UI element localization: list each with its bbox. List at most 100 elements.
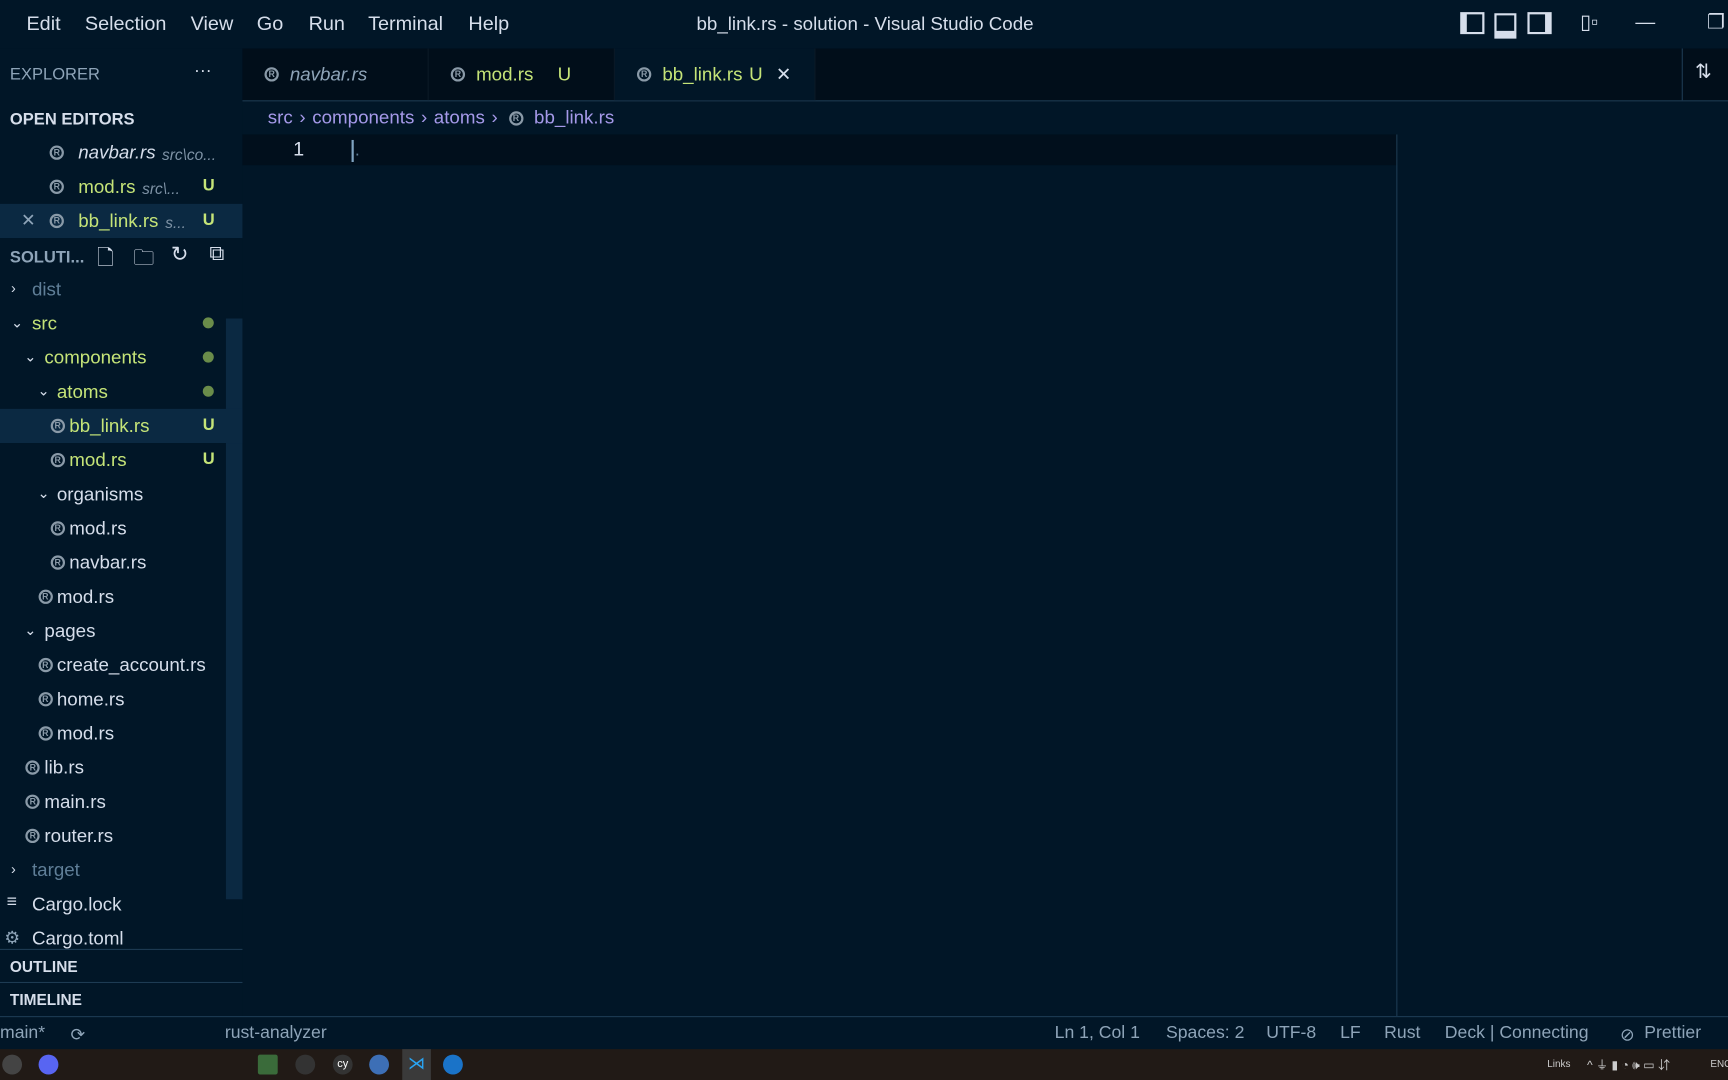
- tray-links[interactable]: Links: [1547, 1058, 1570, 1069]
- gear-icon: ⚙: [4, 929, 21, 948]
- close-tab-icon[interactable]: ✕: [776, 63, 792, 85]
- explorer-title: EXPLORER: [9, 65, 100, 84]
- explorer-scrollbar[interactable]: [225, 318, 243, 900]
- toggle-panel-icon[interactable]: [1493, 11, 1517, 39]
- tree-folder[interactable]: › dist: [0, 272, 227, 306]
- rust-file-icon: R: [25, 760, 41, 775]
- open-editor-item[interactable]: Rmod.rs src\... U: [0, 170, 227, 204]
- modified-dot: [202, 317, 214, 329]
- tree-file[interactable]: Rnavbar.rs: [0, 546, 227, 580]
- cursor-position[interactable]: Ln 1, Col 1: [1055, 1024, 1140, 1044]
- open-editor-item[interactable]: ✕ Rbb_link.rs s... U: [0, 203, 243, 239]
- indentation[interactable]: Spaces: 2: [1166, 1024, 1244, 1044]
- menu-help[interactable]: Help: [468, 12, 509, 35]
- language-indicator[interactable]: ENG: [1710, 1058, 1728, 1069]
- outline-panel-header[interactable]: OUTLINE: [0, 948, 243, 983]
- tree-item-label: Cargo.toml: [31, 927, 124, 949]
- more-actions-icon[interactable]: ···: [194, 62, 212, 82]
- tab-navbar[interactable]: Rnavbar.rs: [242, 48, 429, 101]
- tree-file[interactable]: Rlib.rs: [0, 750, 227, 784]
- tree-folder[interactable]: ⌄ src: [0, 306, 227, 340]
- open-editors-header[interactable]: OPEN EDITORS: [10, 110, 135, 129]
- editor-area[interactable]: [353, 165, 1398, 1014]
- breadcrumb-file[interactable]: bb_link.rs: [534, 107, 614, 129]
- toggle-primary-sidebar-icon[interactable]: [1460, 11, 1485, 35]
- tree-file[interactable]: Rmod.rs: [0, 580, 227, 614]
- language-mode[interactable]: Rust: [1384, 1024, 1420, 1044]
- tree-file[interactable]: ≡ Cargo.lock: [0, 887, 227, 921]
- taskbar-app-icon[interactable]: [2, 1054, 23, 1075]
- deck-status[interactable]: Deck | Connecting: [1445, 1024, 1589, 1044]
- restore-icon[interactable]: ❐: [1704, 11, 1728, 35]
- git-branch[interactable]: main*: [0, 1024, 45, 1044]
- tree-folder[interactable]: ⌄ pages: [0, 614, 227, 648]
- rust-file-icon: R: [49, 179, 64, 194]
- tree-file[interactable]: Rrouter.rs: [0, 819, 227, 853]
- menu-terminal[interactable]: Terminal: [368, 12, 443, 35]
- rust-file-icon: R: [50, 452, 65, 468]
- prettier-status[interactable]: Prettier: [1644, 1024, 1701, 1044]
- editor-content[interactable]: .: [355, 141, 360, 161]
- taskbar-app-icon[interactable]: [369, 1054, 390, 1075]
- customize-layout-icon[interactable]: ▯▫: [1577, 11, 1601, 35]
- discord-icon[interactable]: [38, 1054, 59, 1075]
- tree-item-label: navbar.rs: [69, 552, 147, 574]
- tray-icons[interactable]: ^ ⏚ ▮ ◔ 🕪 ▭ ⇵: [1587, 1056, 1670, 1074]
- solution-folder-header[interactable]: SOLUTI...: [10, 248, 84, 267]
- toggle-secondary-sidebar-icon[interactable]: [1527, 11, 1552, 35]
- tree-item-label: pages: [44, 620, 96, 642]
- end-of-line[interactable]: LF: [1340, 1024, 1361, 1044]
- collapse-all-icon[interactable]: ⧉: [209, 242, 224, 266]
- tree-file[interactable]: Rcreate_account.rs: [0, 648, 227, 682]
- taskbar-app-icon[interactable]: [295, 1054, 316, 1075]
- tree-file[interactable]: Rmod.rs: [0, 511, 227, 545]
- menu-run[interactable]: Run: [309, 12, 345, 35]
- tree-item-label: target: [31, 859, 80, 881]
- close-editor-icon[interactable]: ✕: [21, 209, 36, 231]
- tree-folder[interactable]: › target: [0, 853, 227, 887]
- taskbar-app-icon[interactable]: [257, 1054, 278, 1075]
- rust-file-icon: R: [50, 555, 65, 570]
- tree-file[interactable]: Rhome.rs: [0, 682, 227, 716]
- firefox-dev-icon[interactable]: [443, 1054, 463, 1075]
- untracked-badge: U: [202, 449, 215, 469]
- open-editor-name: mod.rs: [78, 176, 136, 198]
- tree-folder[interactable]: ⌄ atoms: [0, 375, 227, 409]
- untracked-badge: U: [749, 63, 763, 85]
- rust-file-icon: R: [25, 828, 41, 844]
- menu-go[interactable]: Go: [257, 12, 283, 35]
- tree-file[interactable]: Rmod.rs U: [0, 443, 227, 477]
- tree-file[interactable]: Rbb_link.rs U: [0, 408, 243, 444]
- breadcrumb-components[interactable]: components: [312, 107, 414, 129]
- breadcrumb: src › components › atoms › R bb_link.rs: [267, 106, 615, 129]
- tree-folder[interactable]: ⌄ organisms: [0, 477, 227, 511]
- rust-analyzer-status[interactable]: rust-analyzer: [225, 1024, 327, 1044]
- menu-view[interactable]: View: [191, 12, 234, 35]
- rust-file-icon: R: [264, 67, 279, 82]
- tab-bb-link[interactable]: Rbb_link.rs U ✕: [614, 48, 816, 101]
- rust-file-icon: R: [50, 418, 65, 434]
- rust-file-icon: R: [508, 110, 524, 126]
- cypress-icon[interactable]: cy: [332, 1054, 353, 1075]
- open-editor-item[interactable]: Rnavbar.rs src\co...: [0, 136, 227, 170]
- breadcrumb-atoms[interactable]: atoms: [434, 107, 485, 129]
- timeline-panel-header[interactable]: TIMELINE: [0, 981, 243, 1016]
- rust-file-icon: R: [49, 145, 64, 160]
- tree-file[interactable]: Rmod.rs: [0, 716, 227, 750]
- rust-file-icon: R: [50, 521, 65, 536]
- tab-mod[interactable]: Rmod.rs U: [429, 48, 615, 101]
- tree-folder[interactable]: ⌄ components: [0, 341, 227, 375]
- encoding[interactable]: UTF-8: [1266, 1024, 1316, 1044]
- tree-file[interactable]: Rmain.rs: [0, 785, 227, 819]
- minimize-icon[interactable]: —: [1633, 11, 1657, 35]
- menu-selection[interactable]: Selection: [85, 12, 167, 35]
- open-changes-icon[interactable]: ⇅: [1695, 61, 1712, 84]
- prettier-icon[interactable]: ⊘: [1620, 1024, 1635, 1046]
- vscode-taskbar-icon[interactable]: ⋊: [402, 1049, 431, 1080]
- refresh-icon[interactable]: ↻: [171, 242, 189, 267]
- sync-icon[interactable]: ⟳: [71, 1024, 86, 1046]
- tree-item-label: mod.rs: [69, 449, 127, 471]
- menu-edit[interactable]: Edit: [26, 12, 60, 35]
- breadcrumb-src[interactable]: src: [268, 107, 293, 129]
- tree-item-label: lib.rs: [44, 757, 84, 779]
